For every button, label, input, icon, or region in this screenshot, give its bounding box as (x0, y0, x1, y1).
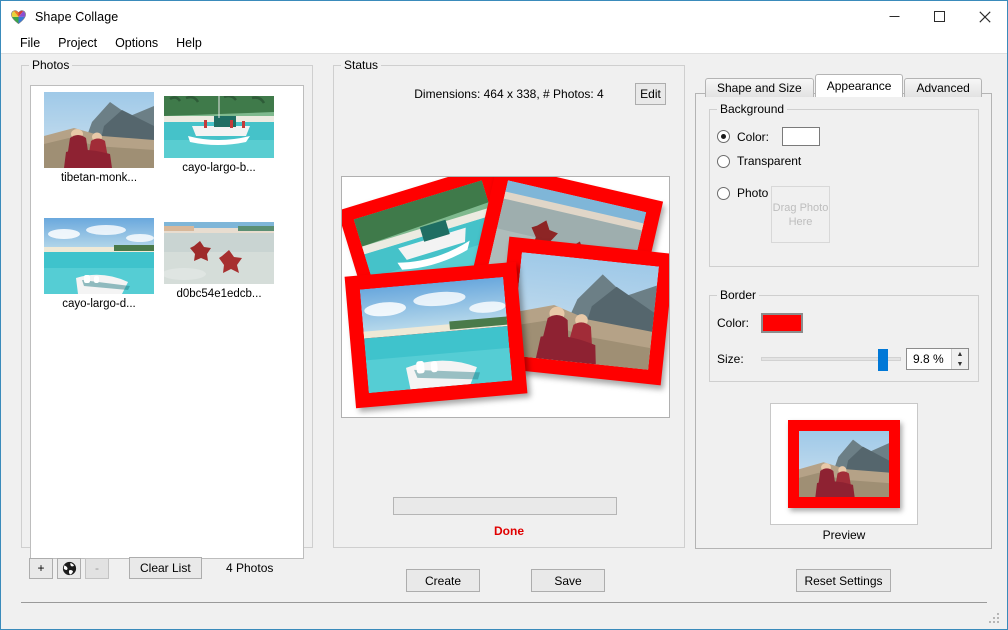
menu-item-help[interactable]: Help (167, 33, 211, 53)
window-controls (872, 1, 1007, 32)
photo-name: d0bc54e1edcb... (176, 288, 262, 300)
photo-drop-target[interactable]: Drag Photo Here (771, 186, 830, 243)
menu-item-file[interactable]: File (11, 33, 49, 53)
border-size-slider[interactable] (761, 349, 901, 371)
close-button[interactable] (962, 1, 1007, 32)
footer-divider (21, 602, 987, 603)
photo-list[interactable]: tibetan-monk... cayo-largo-b... cayo-lar… (30, 85, 304, 559)
app-window: Shape Collage File Project Options Help … (0, 0, 1008, 630)
resize-grip[interactable] (989, 613, 1001, 625)
border-size-stepper[interactable]: 9.8 % ▲ ▼ (906, 348, 969, 370)
menu-item-project[interactable]: Project (49, 33, 106, 53)
border-color-label: Color: (717, 316, 750, 330)
status-group-title: Status (341, 58, 382, 72)
remove-photo-button[interactable]: - (85, 557, 109, 579)
tab-advanced[interactable]: Advanced (904, 78, 982, 97)
border-size-value: 9.8 % (913, 352, 944, 366)
settings-tabs: Shape and Size Appearance Advanced (705, 74, 983, 97)
bg-transparent-label: Transparent (737, 154, 802, 168)
photo-name: cayo-largo-b... (182, 162, 256, 174)
bg-color-label: Color: (737, 129, 770, 144)
background-group-title: Background (717, 102, 788, 116)
photo-name: tibetan-monk... (60, 172, 138, 184)
maximize-button[interactable] (917, 1, 962, 32)
add-photo-button[interactable]: + (29, 557, 53, 579)
bg-option-color[interactable]: Color: (717, 127, 821, 146)
photo-thumbnail (164, 96, 274, 158)
border-color-swatch[interactable] (761, 313, 803, 333)
preview-photo (799, 431, 889, 497)
photo-thumbnail (44, 92, 154, 168)
create-button[interactable]: Create (406, 569, 480, 592)
photos-toolbar: + - Clear List (29, 557, 202, 579)
photo-count-label: 4 Photos (226, 561, 274, 575)
clear-list-button[interactable]: Clear List (129, 557, 202, 579)
window-title: Shape Collage (35, 9, 119, 24)
preview-border (788, 420, 900, 508)
globe-icon[interactable] (57, 557, 81, 579)
progress-bar (393, 497, 617, 515)
border-group-title: Border (717, 288, 760, 302)
bg-photo-label: Photo (737, 186, 769, 200)
reset-settings-button[interactable]: Reset Settings (796, 569, 891, 592)
photo-thumbnail (164, 222, 274, 284)
preview-caption: Preview (822, 528, 866, 542)
edit-button[interactable]: Edit (635, 83, 666, 105)
collage-dimensions-label: Dimensions: 464 x 338, # Photos: 4 (414, 87, 604, 101)
photos-group-title: Photos (29, 58, 73, 72)
list-item[interactable]: cayo-largo-b... (159, 86, 279, 174)
border-size-label: Size: (717, 352, 744, 366)
menu-item-options[interactable]: Options (106, 33, 167, 53)
list-item[interactable]: tibetan-monk... (39, 92, 159, 184)
spinner-down-icon[interactable]: ▼ (952, 359, 968, 369)
app-logo-icon (10, 8, 27, 25)
status-text: Done (494, 524, 524, 538)
spinner-arrows[interactable]: ▲ ▼ (951, 349, 968, 369)
menu-separator (1, 53, 1007, 54)
title-bar: Shape Collage (1, 1, 1007, 32)
border-preview (770, 403, 918, 525)
photo-thumbnail (44, 218, 154, 294)
radio-transparent[interactable] (717, 154, 730, 168)
save-button[interactable]: Save (531, 569, 605, 592)
tab-shape-and-size[interactable]: Shape and Size (705, 78, 814, 97)
radio-photo[interactable] (717, 186, 730, 200)
spinner-up-icon[interactable]: ▲ (952, 349, 968, 359)
list-item[interactable]: cayo-largo-d... (39, 218, 159, 310)
collage-photo (344, 261, 528, 409)
menu-bar: File Project Options Help (1, 32, 1007, 53)
slider-handle[interactable] (878, 349, 888, 371)
bg-option-photo[interactable]: Photo (717, 186, 768, 200)
tab-appearance[interactable]: Appearance (814, 74, 904, 97)
minimize-button[interactable] (872, 1, 917, 32)
collage-preview[interactable] (341, 176, 670, 418)
photo-name: cayo-largo-d... (62, 298, 136, 310)
bg-option-transparent[interactable]: Transparent (717, 154, 801, 168)
background-color-swatch[interactable] (782, 127, 821, 146)
list-item[interactable]: d0bc54e1edcb... (159, 204, 279, 300)
radio-color[interactable] (717, 130, 730, 143)
